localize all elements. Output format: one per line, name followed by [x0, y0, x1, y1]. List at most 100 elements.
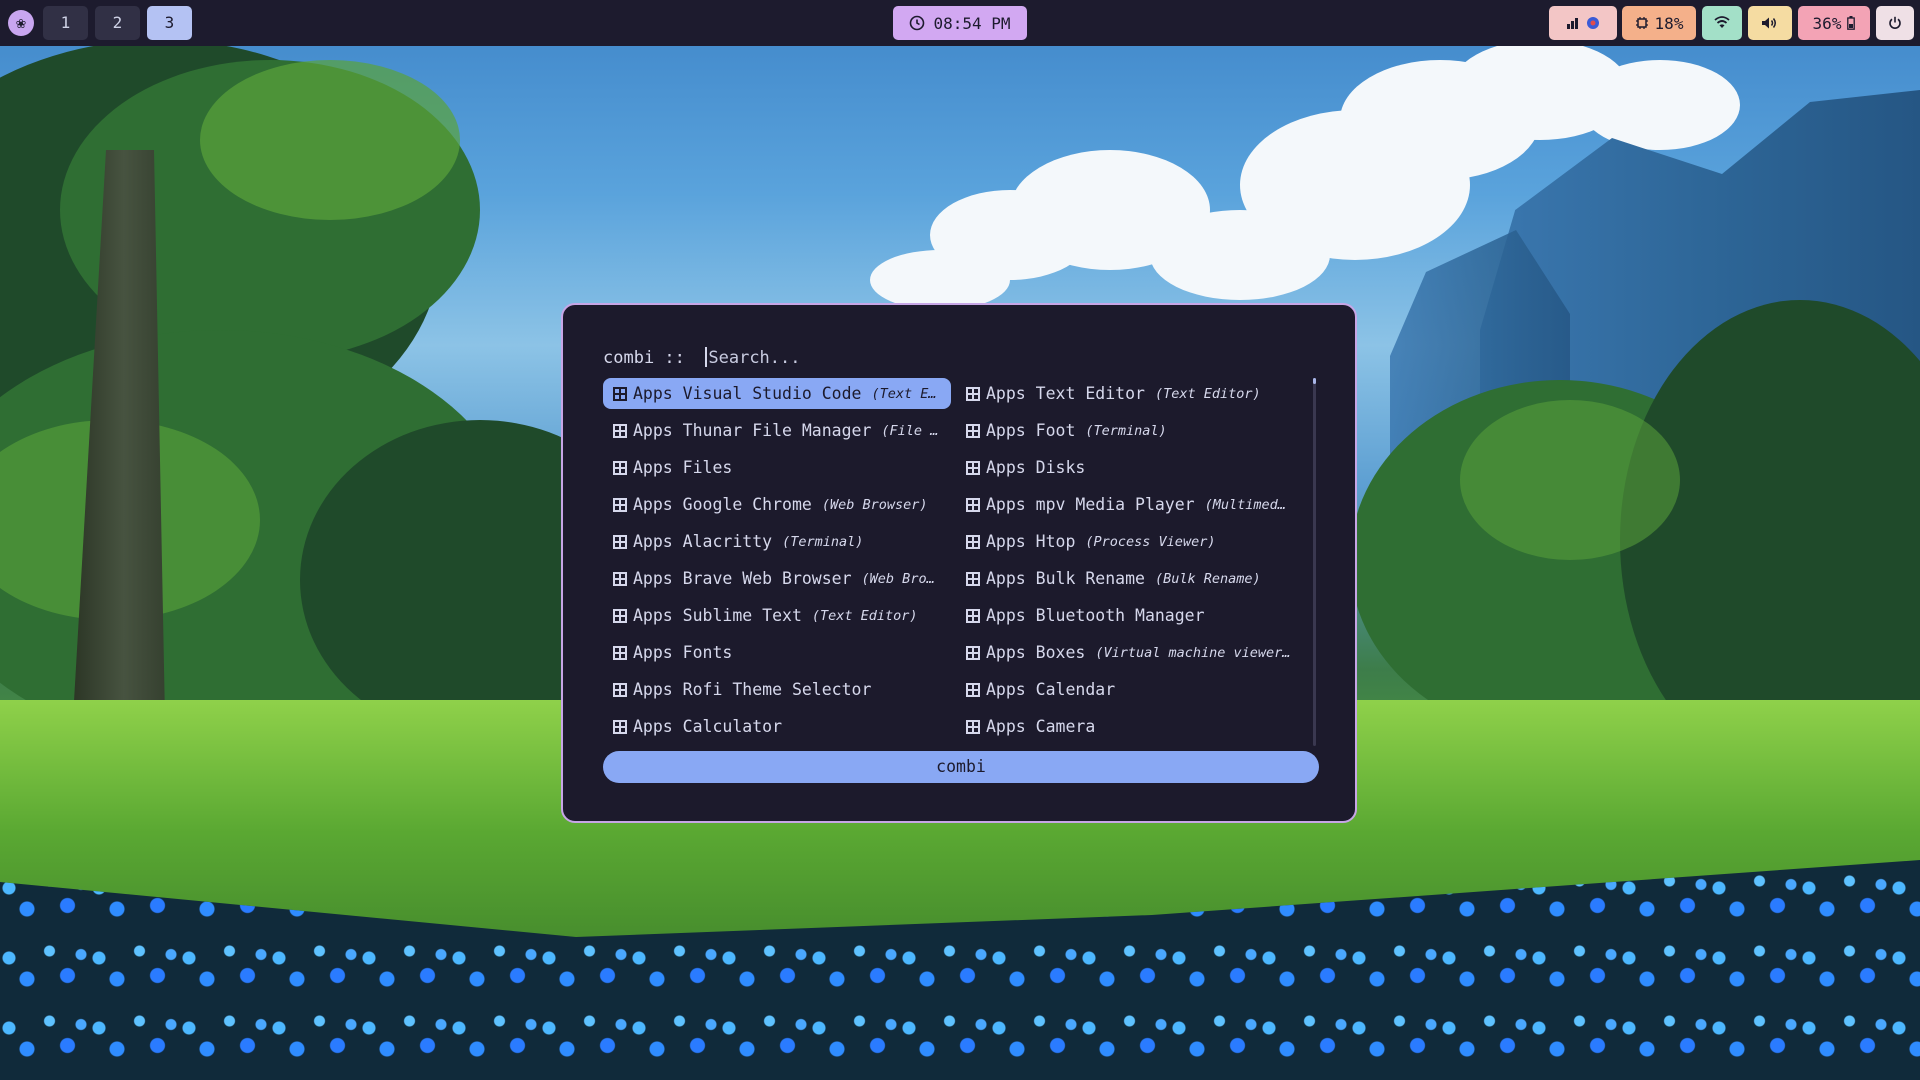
list-item[interactable]: Apps Text Editor (Text Editor) — [956, 378, 1294, 409]
list-item[interactable]: Apps Disks — [956, 452, 1294, 483]
list-item[interactable]: Apps Brave Web Browser (Web Bro… — [603, 563, 951, 594]
scrollbar[interactable] — [1313, 378, 1316, 746]
app-name: Apps mpv Media Player — [986, 495, 1195, 514]
list-item[interactable]: Apps Boxes (Virtual machine viewer… — [956, 637, 1294, 668]
app-category: (Terminal) — [1085, 422, 1167, 439]
app-category: (Multimedi… — [1204, 496, 1294, 513]
volume-icon — [1762, 17, 1776, 29]
app-grid-icon — [966, 386, 980, 401]
app-name: Apps Thunar File Manager — [633, 421, 872, 440]
clock-time: 08:54 PM — [933, 13, 1011, 33]
battery-widget[interactable]: 36% — [1798, 6, 1870, 40]
app-category: (Text Editor) — [1154, 385, 1261, 402]
app-name: Apps Boxes — [986, 643, 1086, 662]
app-category: (Text E… — [871, 385, 937, 402]
app-name: Apps Visual Studio Code — [633, 384, 862, 403]
app-grid-icon — [966, 682, 980, 697]
app-name: Apps Bulk Rename — [986, 569, 1145, 588]
app-category: (Virtual machine viewer… — [1095, 644, 1291, 661]
list-item[interactable]: Apps Sublime Text (Text Editor) — [603, 600, 951, 631]
tray-app-icon[interactable] — [1586, 16, 1600, 30]
app-category: (Terminal) — [782, 533, 864, 550]
list-item[interactable]: Apps Rofi Theme Selector — [603, 674, 951, 705]
app-grid-icon — [613, 534, 627, 549]
list-item[interactable]: Apps Files — [603, 452, 951, 483]
list-item[interactable]: Apps Calculator — [603, 711, 951, 742]
cpu-widget[interactable]: 18% — [1622, 6, 1696, 40]
clock-widget[interactable]: 08:54 PM — [893, 6, 1027, 40]
battery-icon — [1847, 16, 1856, 30]
mode-button[interactable]: combi — [603, 751, 1319, 783]
app-grid-icon — [613, 497, 627, 512]
clock-icon — [910, 15, 925, 31]
list-item[interactable]: Apps Visual Studio Code (Text E… — [603, 378, 951, 409]
app-grid-icon — [966, 645, 980, 660]
cpu-usage: 18% — [1654, 13, 1684, 33]
text-caret — [705, 347, 708, 367]
app-name: Apps Alacritty — [633, 532, 773, 551]
list-item[interactable]: Apps Calendar — [956, 674, 1294, 705]
volume-widget[interactable] — [1748, 6, 1792, 40]
app-grid-icon — [613, 682, 627, 697]
app-grid-icon — [613, 460, 627, 475]
prompt-row: combi :: — [603, 347, 929, 368]
mode-prefix: combi :: — [603, 348, 685, 368]
app-grid-icon — [966, 571, 980, 586]
app-category: (Bulk Rename) — [1154, 570, 1261, 587]
power-button[interactable] — [1876, 6, 1914, 40]
list-item[interactable]: Apps Thunar File Manager (File … — [603, 415, 951, 446]
app-grid-icon — [613, 645, 627, 660]
app-name: Apps Rofi Theme Selector — [633, 680, 872, 699]
app-category: (Text Editor) — [811, 607, 918, 624]
app-category: (Web Bro… — [861, 570, 935, 587]
app-name: Apps Text Editor — [986, 384, 1145, 403]
cpu-icon — [1635, 17, 1648, 29]
app-name: Apps Calendar — [986, 680, 1116, 699]
list-item[interactable]: Apps Bluetooth Manager — [956, 600, 1294, 631]
scrollbar-thumb[interactable] — [1313, 378, 1316, 384]
top-bar: ❀ 1 2 3 08:54 PM 18% 36% — [0, 0, 1920, 46]
battery-level: 36% — [1812, 13, 1842, 33]
list-item[interactable]: Apps Camera — [956, 711, 1294, 742]
list-item[interactable]: Apps mpv Media Player (Multimedi… — [956, 489, 1294, 520]
list-item[interactable]: Apps Alacritty (Terminal) — [603, 526, 951, 557]
app-grid-icon — [613, 386, 627, 401]
app-grid-icon — [966, 423, 980, 438]
app-grid-icon — [613, 423, 627, 438]
wifi-widget[interactable] — [1702, 6, 1742, 40]
app-category: (File … — [881, 422, 939, 439]
app-name: Apps Bluetooth Manager — [986, 606, 1205, 625]
app-name: Apps Disks — [986, 458, 1086, 477]
app-list: Apps Visual Studio Code (Text E… Apps Thun… — [603, 378, 1303, 748]
list-item[interactable]: Apps Foot (Terminal) — [956, 415, 1294, 446]
wifi-icon — [1714, 16, 1730, 28]
app-grid-icon — [613, 571, 627, 586]
search-input[interactable] — [708, 348, 929, 368]
app-grid-icon — [613, 719, 627, 734]
list-item[interactable]: Apps Fonts — [603, 637, 951, 668]
workspace-button-1[interactable]: 1 — [43, 6, 88, 40]
app-name: Apps Htop — [986, 532, 1076, 551]
power-icon — [1889, 16, 1901, 29]
app-grid-icon — [966, 534, 980, 549]
app-category: (Process Viewer) — [1085, 533, 1216, 550]
app-grid-icon — [966, 460, 980, 475]
app-name: Apps Fonts — [633, 643, 733, 662]
app-name: Apps Camera — [986, 717, 1096, 736]
logo-icon[interactable]: ❀ — [8, 10, 34, 36]
app-name: Apps Sublime Text — [633, 606, 802, 625]
list-item[interactable]: Apps Bulk Rename (Bulk Rename) — [956, 563, 1294, 594]
workspace-button-2[interactable]: 2 — [95, 6, 140, 40]
app-name: Apps Brave Web Browser — [633, 569, 852, 588]
tray-icon — [1567, 18, 1578, 29]
system-tray[interactable] — [1549, 6, 1617, 40]
app-grid-icon — [966, 719, 980, 734]
list-item[interactable]: Apps Google Chrome (Web Browser) — [603, 489, 951, 520]
list-item[interactable]: Apps Htop (Process Viewer) — [956, 526, 1294, 557]
workspace-button-3[interactable]: 3 — [147, 6, 192, 40]
app-name: Apps Files — [633, 458, 733, 477]
app-name: Apps Calculator — [633, 717, 783, 736]
app-category: (Web Browser) — [821, 496, 928, 513]
app-grid-icon — [966, 608, 980, 623]
app-grid-icon — [966, 497, 980, 512]
